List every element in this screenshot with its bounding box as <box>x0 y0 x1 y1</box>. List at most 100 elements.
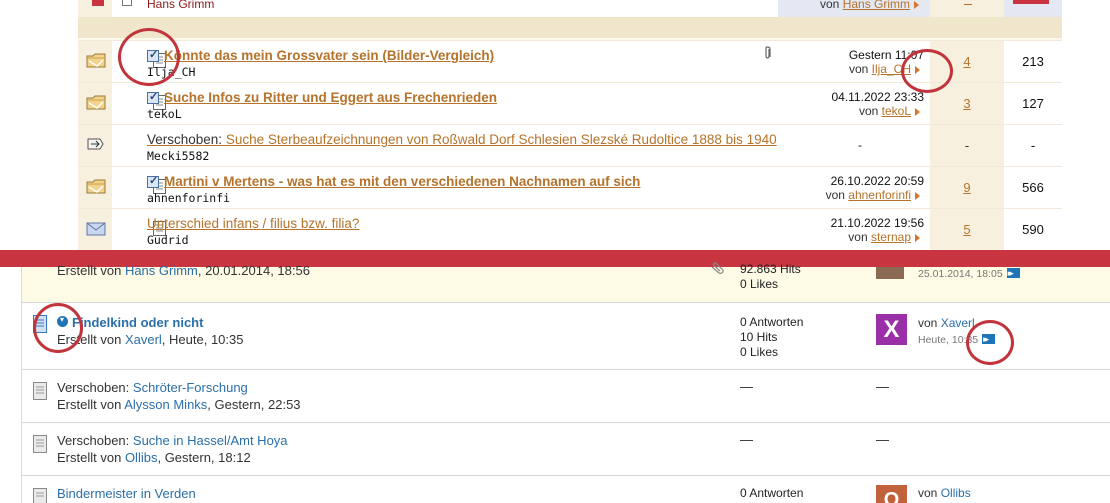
goto-last-arrow-icon[interactable] <box>914 1 920 9</box>
last-post-user-link[interactable]: Xaverl <box>941 316 975 330</box>
author-link[interactable]: Xaverl <box>125 332 162 347</box>
old-thread-title-link[interactable]: Suche Infos zu Ritter und Eggert aus Fre… <box>164 90 497 105</box>
subscribed-checkbox-icon[interactable] <box>147 174 159 188</box>
old-hits-value: 213 <box>1022 54 1044 69</box>
thread-row: Bindermeister in Verden 0 Antworten O vo… <box>22 476 1110 503</box>
old-icon-cell <box>78 125 112 167</box>
von-label: von <box>918 316 938 330</box>
von-label: von <box>858 104 879 118</box>
avatar-letter: X <box>883 316 900 343</box>
created-date: Heute, 10:35 <box>169 332 244 347</box>
old-thread-row: Unterschied infans / filius bzw. filia? … <box>78 208 1062 251</box>
old-replies-link[interactable]: 5 <box>930 222 1004 237</box>
old-last-post-date: 26.10.2022 20:59 <box>830 174 924 188</box>
old-icon-cell <box>78 209 112 251</box>
old-last-post-cell: - <box>778 125 930 167</box>
thread-stats: 0 Antworten 10 Hits 0 Likes <box>740 315 803 360</box>
old-icon-cell <box>78 167 112 209</box>
goto-last-arrow-icon[interactable] <box>915 234 920 242</box>
old-thread-title-link[interactable]: Könnte das mein Grossvater sein (Bilder-… <box>164 48 494 63</box>
old-icon-cell <box>78 41 112 83</box>
thread-title-link[interactable]: Findelkind oder nicht <box>72 315 203 330</box>
last-post-info: von Ollibs <box>918 485 971 501</box>
old-last-post-date: - <box>858 138 862 152</box>
thread-created-by: Erstellt von Alysson Minks, Gestern, 22:… <box>57 397 301 412</box>
old-last-post-user-link[interactable]: sternap <box>871 230 911 244</box>
old-thread-title-link[interactable]: Martini v Mertens - was hat es mit den v… <box>164 174 640 189</box>
avatar[interactable]: O <box>876 485 907 503</box>
old-hits-value: 566 <box>1022 180 1044 195</box>
author-link[interactable]: Hans Grimm <box>125 263 198 278</box>
sticky-thread-row: Erstellt von Hans Grimm, 20.01.2014, 18:… <box>22 262 1110 303</box>
folder-hot-icon <box>86 179 106 194</box>
author-link[interactable]: Ollibs <box>125 450 158 465</box>
old-hits-cell: 213 <box>1004 41 1062 83</box>
avatar[interactable] <box>876 267 904 279</box>
created-prefix: Erstellt von <box>57 450 122 465</box>
old-partial-row: Hans Grimm von Hans Grimm <box>78 0 1062 17</box>
old-icon-cell <box>78 83 112 125</box>
goto-last-arrow-icon[interactable] <box>915 108 920 116</box>
attachment-paperclip-icon <box>765 46 771 59</box>
created-date: Gestern, 22:53 <box>214 397 301 412</box>
old-last-post-user-link[interactable]: tekoL <box>882 104 911 118</box>
author-link[interactable]: Alysson Minks <box>124 397 207 412</box>
old-replies-cell: 9 <box>930 167 1004 209</box>
old-thread-author[interactable]: Mecki5582 <box>147 149 209 163</box>
last-post-user-link[interactable]: Ollibs <box>941 486 971 500</box>
annotation-circle <box>901 49 953 93</box>
old-thread-title: Verschoben: Suche Sterbeaufzeichnungen v… <box>147 132 777 147</box>
old-section-band <box>78 17 1062 38</box>
last-post-info: 25.01.2014, 18:05 <box>918 265 1020 282</box>
old-thread-author[interactable]: Gudrid <box>147 233 189 247</box>
stats-empty: — <box>740 432 753 447</box>
envelope-icon <box>86 222 106 236</box>
old-doc-cell <box>112 125 142 167</box>
von-label: von <box>918 486 938 500</box>
subscribed-checkbox-icon[interactable] <box>147 90 159 104</box>
old-last-post-user-link[interactable]: ahnenforinfi <box>848 188 911 202</box>
old-thread-title-link[interactable]: Suche Sterbeaufzeichnungen von Roßwald D… <box>226 132 777 147</box>
created-prefix: Erstellt von <box>57 397 122 412</box>
old-last-post-cell: 04.11.2022 23:33 von tekoL <box>778 83 930 125</box>
old-thread-author[interactable]: ahnenforinfi <box>147 191 230 205</box>
thread-title-link[interactable]: Suche in Hassel/Amt Hoya <box>133 433 288 448</box>
goto-last-arrow-icon[interactable] <box>915 192 920 200</box>
thread-title-link[interactable]: Schröter-Forschung <box>133 380 248 395</box>
old-last-post-by: von ahnenforinfi <box>826 188 920 202</box>
old-last-post-by: von tekoL <box>859 104 920 118</box>
annotation-circle <box>118 28 180 86</box>
avatar-letter: O <box>883 489 900 503</box>
old-partial-author[interactable]: Hans Grimm <box>147 0 214 11</box>
old-partial-last-by[interactable]: Hans Grimm <box>843 0 910 11</box>
hits-count: 92.863 Hits <box>740 262 801 276</box>
old-hits-value: - <box>1030 138 1036 153</box>
von-label: von <box>825 188 845 202</box>
thread-row: ▾ Findelkind oder nicht Erstellt von Xav… <box>22 303 1110 370</box>
old-partial-last: von Hans Grimm <box>820 0 920 11</box>
old-thread-row: Martini v Mertens - was hat es mit den v… <box>78 166 1062 209</box>
old-replies-link[interactable]: 9 <box>930 180 1004 195</box>
new-forum-thread-list: Erstellt von Hans Grimm, 20.01.2014, 18:… <box>0 262 1110 503</box>
thread-document-icon <box>33 435 47 453</box>
last-post-empty: — <box>876 379 889 394</box>
old-hits-value: 590 <box>1022 222 1044 237</box>
moved-prefix: Verschoben: <box>147 132 223 147</box>
old-thread-title-link[interactable]: Unterschied infans / filius bzw. filia? <box>147 216 359 231</box>
thread-created-by: Erstellt von Ollibs, Gestern, 18:12 <box>57 450 251 465</box>
old-thread-author[interactable]: tekoL <box>147 107 182 121</box>
old-doc-cell <box>112 167 166 209</box>
thread-title-link[interactable]: Bindermeister in Verden <box>57 486 196 501</box>
old-replies-link[interactable]: 3 <box>930 96 1004 111</box>
last-post-date: 25.01.2014, 18:05 <box>918 268 1003 280</box>
likes-count: 0 Likes <box>740 277 779 291</box>
old-last-post-cell: 26.10.2022 20:59 von ahnenforinfi <box>778 167 930 209</box>
stats-empty: — <box>740 379 753 394</box>
thread-stats: 0 Antworten <box>740 486 803 501</box>
old-last-post-date: 04.11.2022 23:33 <box>831 90 924 104</box>
jump-to-last-icon[interactable] <box>1006 265 1020 281</box>
old-thread-row: Verschoben: Suche Sterbeaufzeichnungen v… <box>78 124 1062 167</box>
old-doc-cell <box>112 83 166 125</box>
created-date: 20.01.2014, 18:56 <box>205 263 310 278</box>
avatar[interactable]: X <box>876 314 907 345</box>
